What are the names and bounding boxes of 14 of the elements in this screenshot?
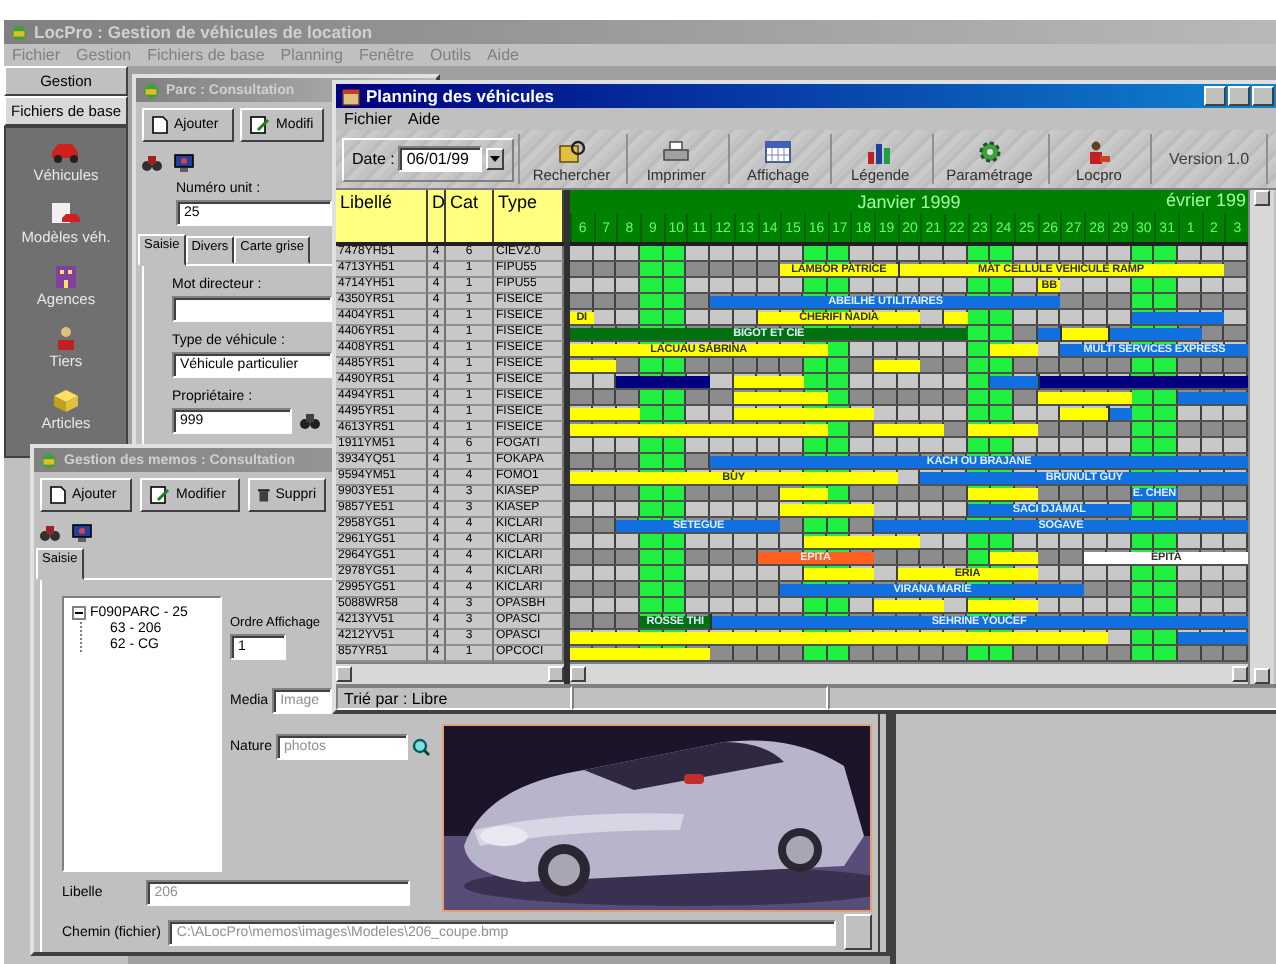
column-header[interactable]: Libellé bbox=[336, 190, 428, 242]
status-text: Trié par : Libre bbox=[336, 686, 572, 710]
window-title: LocPro : Gestion de véhicules de location bbox=[34, 22, 373, 42]
version-label: Version 1.0 bbox=[1150, 134, 1268, 184]
field-label: Date : bbox=[352, 150, 395, 168]
date-field[interactable]: 06/01/99 bbox=[398, 146, 483, 172]
column-header[interactable]: Type bbox=[494, 190, 564, 242]
menu-item[interactable]: Aide bbox=[408, 110, 441, 128]
menu-item[interactable]: Fichier bbox=[344, 110, 393, 128]
column-header[interactable]: D bbox=[428, 190, 446, 242]
column-header[interactable]: Cat bbox=[446, 190, 494, 242]
month-label: Janvier 1999 bbox=[857, 192, 961, 212]
window-title: Planning des véhicules bbox=[366, 86, 555, 106]
month-label: évrier 199 bbox=[1165, 190, 1246, 210]
